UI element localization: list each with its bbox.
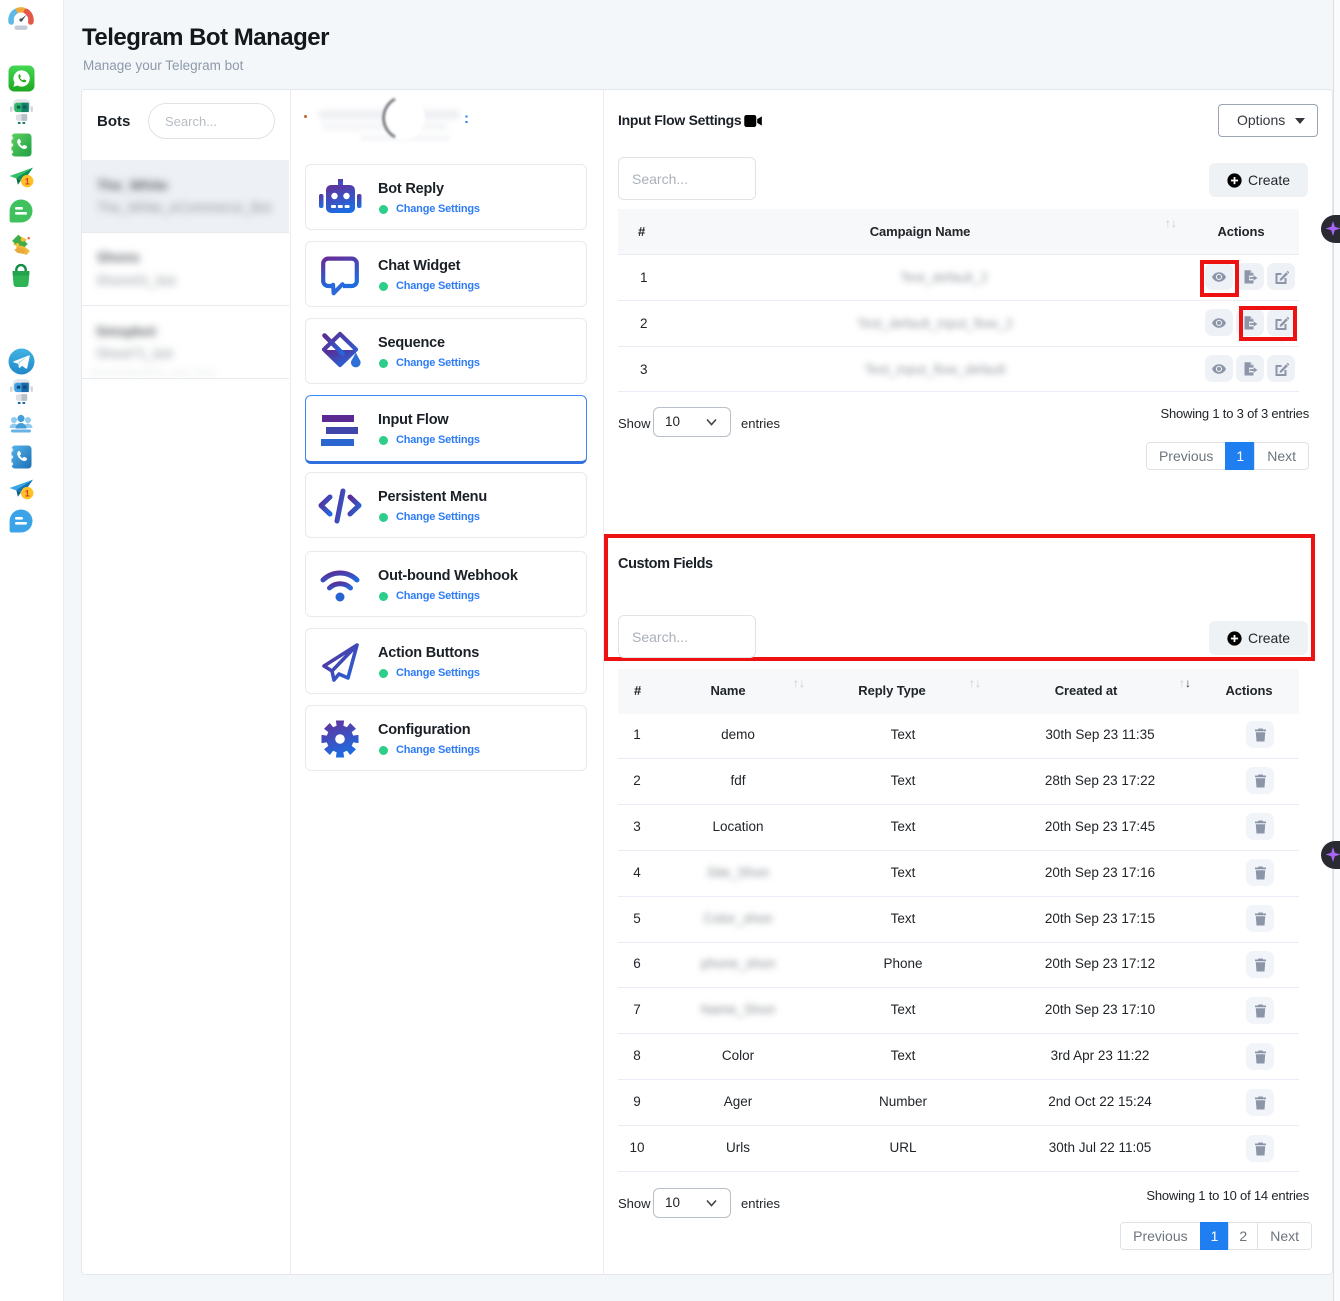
svg-text:1: 1 [25,176,30,186]
svg-text:1: 1 [25,488,30,498]
